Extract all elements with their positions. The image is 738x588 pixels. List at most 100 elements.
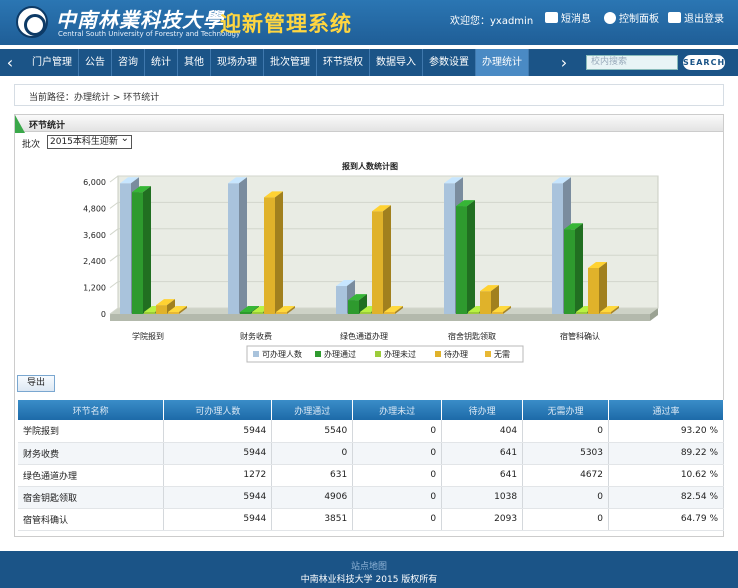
table-cell: 1038 [441,486,524,509]
table-header-cell: 环节名称 [18,400,165,420]
nav-prev-arrow-icon[interactable]: ‹ [2,49,18,76]
envelope-icon [545,12,558,23]
legend-label: 无需 [494,350,510,359]
table-cell: 641 [441,442,524,465]
table-cell: 631 [271,464,354,487]
control-panel-link[interactable]: 控制面板 [604,10,659,25]
chart-gridline-side [109,175,119,183]
table-cell: 0 [522,420,610,443]
nav-item[interactable]: 门户管理 [26,49,79,76]
table-header-cell: 无需办理 [522,400,610,420]
nav-item[interactable]: 批次管理 [264,49,317,76]
gear-icon [604,11,616,24]
table-cell: 0 [352,486,443,509]
messages-link[interactable]: 短消息 [545,10,591,25]
table-row: 宿管科确认 5944 3851 0 2093 0 64.79 % [18,508,724,531]
table-header-cell: 通过率 [608,400,724,420]
table-cell: 0 [352,508,443,531]
chart-gridline-side [109,281,119,289]
panel-marker-icon [15,115,25,133]
table-cell: 学院报到 [18,420,165,443]
panel-header: 环节统计 [14,114,724,133]
export-button[interactable]: 导出 [17,375,55,392]
legend-swatch [315,351,321,357]
table-row: 绿色通道办理 1272 631 0 641 4672 10.62 % [18,464,724,487]
chart-bar [480,291,491,314]
nav-next-arrow-icon[interactable]: › [556,49,572,76]
table-cell: 财务收费 [18,442,165,465]
table-cell: 93.20 % [608,420,724,443]
legend-swatch [375,351,381,357]
table-cell: 89.22 % [608,442,724,465]
chart-floor-edge [110,314,650,321]
chart-bar [384,312,395,314]
copyright: 中南林业科技大学 2015 版权所有 [300,575,438,585]
messages-label: 短消息 [561,14,591,25]
table-cell: 绿色通道办理 [18,464,165,487]
legend-label: 办理通过 [324,349,356,359]
nav-item[interactable]: 环节授权 [317,49,370,76]
chart-bar [228,183,239,314]
legend-swatch [435,351,441,357]
table-cell: 5944 [163,508,273,531]
chart-bar-side [575,223,583,314]
breadcrumb-text: 当前路径：办理统计 > 环节统计 [29,93,160,103]
table-cell: 宿舍钥匙领取 [18,486,165,509]
nav-item[interactable]: 咨询 [112,49,145,76]
table-cell: 0 [522,486,610,509]
x-tick-label: 宿管科确认 [560,331,600,341]
chart-bar [372,211,383,314]
breadcrumb: 当前路径：办理统计 > 环节统计 [14,84,724,106]
chart-gridline-side [109,254,119,262]
x-tick-label: 学院报到 [132,331,164,341]
chart-bar-side [143,186,151,314]
chart-bar [360,312,371,314]
chart-bar [120,183,131,314]
table-cell: 82.54 % [608,486,724,509]
table-cell: 5303 [522,442,610,465]
footer: 站点地图 中南林业科技大学 2015 版权所有 [0,551,738,588]
nav-items: 门户管理 公告 咨询 统计 其他 现场办理 批次管理 环节授权 数据导入 参数设置 办理统计 [26,49,529,76]
legend-swatch [253,351,259,357]
chart-bar [144,312,155,314]
chart-bar-side [599,261,607,314]
legend-label: 办理未过 [384,349,416,359]
chart-bar-side [383,205,391,314]
chart-bar [240,312,251,314]
nav-item[interactable]: 办理统计 [476,49,529,76]
chart-bar [348,300,359,314]
table-row: 学院报到 5944 5540 0 404 0 93.20 % [18,420,724,443]
stats-table: 环节名称 可办理人数 办理通过 办理未过 待办理 无需办理 通过率 学院报到 5944 5540… [18,400,724,531]
nav-item[interactable]: 公告 [79,49,112,76]
stats-bar-chart: 报到人数统计图 0 1,200 2,400 3,600 4,800 6,000 学院报到 财务收… [83,161,659,363]
nav-item[interactable]: 参数设置 [423,49,476,76]
table-cell: 2093 [441,508,524,531]
table-row: 宿舍钥匙领取 5944 4906 0 1038 0 82.54 % [18,486,724,509]
sitemap-link[interactable]: 站点地图 [0,559,738,572]
logout-link[interactable]: 退出登录 [668,10,724,25]
y-tick-label: 1,200 [83,284,106,293]
chart-bar [456,206,467,314]
y-tick-label: 3,600 [83,231,106,240]
table-cell: 5944 [163,420,273,443]
table-header-cell: 待办理 [441,400,524,420]
table-header-row: 环节名称 可办理人数 办理通过 办理未过 待办理 无需办理 通过率 [18,400,724,420]
table-cell: 0 [352,420,443,443]
chart-gridline-side [109,228,119,236]
search-button[interactable]: SEARCH [683,55,725,70]
logout-label: 退出登录 [684,14,724,25]
search-input[interactable]: 校内搜索 [586,55,678,70]
nav-item[interactable]: 现场办理 [211,49,264,76]
panel-title: 环节统计 [29,121,66,131]
control-panel-label: 控制面板 [619,14,659,25]
nav-item[interactable]: 其他 [178,49,211,76]
nav-item[interactable]: 数据导入 [370,49,423,76]
table-cell: 3851 [271,508,354,531]
table-cell: 1272 [163,464,273,487]
university-name-en: Central South University of Forestry and… [58,30,241,38]
batch-select[interactable]: 2015本科生迎新 [47,133,132,149]
table-cell: 10.62 % [608,464,724,487]
table-cell: 5540 [271,420,354,443]
y-tick-label: 4,800 [83,204,106,213]
nav-item[interactable]: 统计 [145,49,178,76]
